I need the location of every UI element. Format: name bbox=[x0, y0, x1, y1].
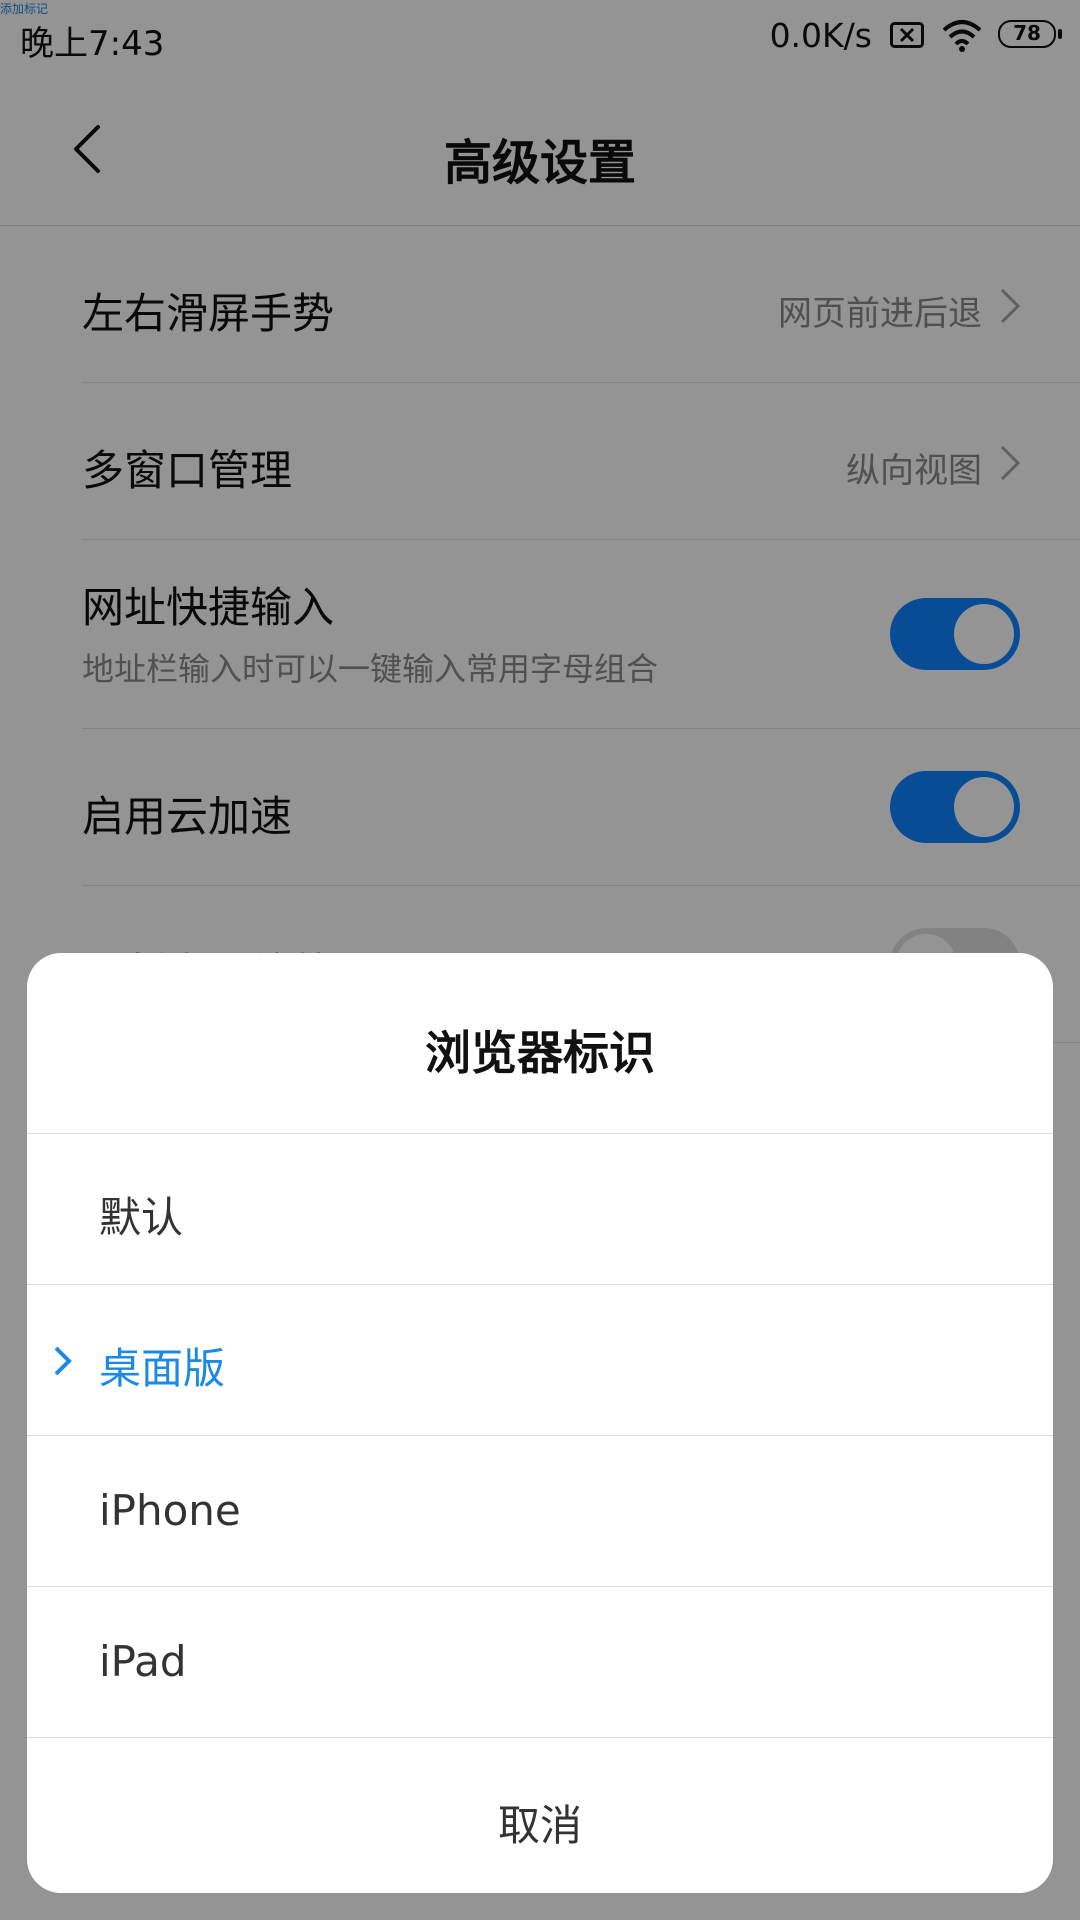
option-iphone[interactable]: iPhone bbox=[27, 1436, 1053, 1586]
dialog-title: 浏览器标识 bbox=[425, 1026, 655, 1080]
user-agent-dialog: 浏览器标识 默认 桌面版 iPhone iPad 取消 bbox=[27, 953, 1053, 1893]
option-default[interactable]: 默认 bbox=[27, 1134, 1053, 1284]
option-label: 默认 bbox=[99, 1193, 184, 1242]
cancel-button[interactable]: 取消 bbox=[27, 1738, 1053, 1888]
settings-screen: 添加标记 晚上7:43 0.0K/s 78 高级设置 左右滑屏手势 网页前进后退 bbox=[0, 0, 1080, 1920]
option-label: iPad bbox=[99, 1637, 187, 1686]
cancel-label: 取消 bbox=[497, 1801, 582, 1850]
chevron-right-icon bbox=[54, 1346, 72, 1376]
option-ipad[interactable]: iPad bbox=[27, 1587, 1053, 1737]
option-label: 桌面版 bbox=[99, 1344, 226, 1393]
option-desktop[interactable]: 桌面版 bbox=[27, 1285, 1053, 1435]
option-label: iPhone bbox=[99, 1486, 241, 1535]
